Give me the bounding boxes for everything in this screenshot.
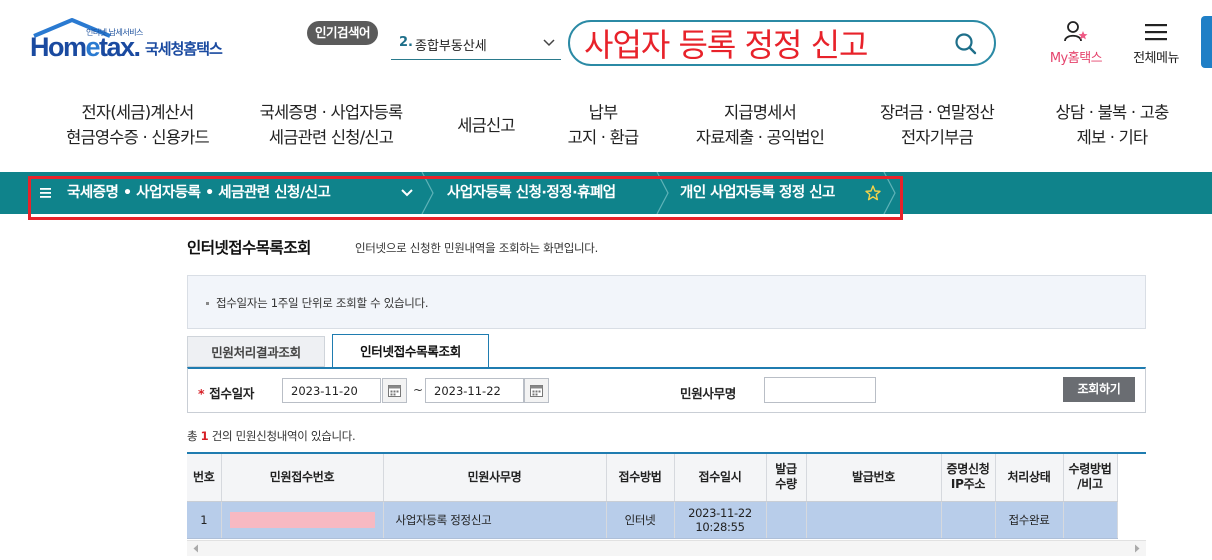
tab-list: 민원처리결과조회 인터넷접수목록조회 xyxy=(187,334,1146,368)
chevron-down-icon xyxy=(543,39,555,47)
date-to-input[interactable] xyxy=(425,378,524,403)
col-header-issue-no[interactable]: 발급번호 xyxy=(806,454,942,502)
table-header-row: 번호 민원접수번호 민원사무명 접수방법 접수일시 발급 수량 발급번호 증명신… xyxy=(187,454,1118,502)
col-header-ip[interactable]: 증명신청 IP주소 xyxy=(941,454,996,502)
nav-line: 고지 · 환급 xyxy=(567,128,640,147)
hometax-logo[interactable]: 인터넷 납세서비스 Hometax. 국세청홈택스 xyxy=(28,18,248,72)
nav-payment-statement[interactable]: 지급명세서 자료제출 · 공익법인 xyxy=(680,100,840,150)
page-title: 인터넷접수목록조회 xyxy=(187,239,311,257)
user-star-icon xyxy=(1064,21,1088,42)
nav-e-invoice[interactable]: 전자(세금)계산서 현금영수증 · 신용카드 xyxy=(50,100,225,150)
col-header-receive-method[interactable]: 수령방법 /비고 xyxy=(1063,454,1118,502)
col-header-no[interactable]: 번호 xyxy=(187,454,222,502)
date-label-text: 접수일자 xyxy=(209,386,255,401)
nav-line: 세금신고 xyxy=(457,116,515,135)
logo-brand-e: e xyxy=(85,32,101,62)
col-header-datetime[interactable]: 접수일시 xyxy=(674,454,767,502)
notice-text: 접수일자는 1주일 단위로 조회할 수 있습니다. xyxy=(206,295,429,311)
cell-issue-no xyxy=(806,501,942,539)
hamburger-menu-icon xyxy=(1145,24,1167,41)
redacted-receipt-number xyxy=(229,511,375,528)
query-button[interactable]: 조회하기 xyxy=(1063,377,1135,402)
cell-datetime: 2023-11-22 10:28:55 xyxy=(674,501,767,539)
date-from-input[interactable] xyxy=(282,378,381,403)
cell-issue-qty xyxy=(766,501,807,539)
bullet-icon xyxy=(206,302,209,305)
popular-keyword: 종합부동산세 xyxy=(415,39,487,54)
page-description: 인터넷으로 신청한 민원내역을 조회하는 화면입니다. xyxy=(355,241,598,255)
nav-line: 전자기부금 xyxy=(901,128,974,147)
result-count: 총 1 건의 민원신청내역이 있습니다. xyxy=(187,428,356,444)
nav-line: 장려금 · 연말정산 xyxy=(880,103,995,122)
logo-brand-pre: Hom xyxy=(30,32,87,62)
scroll-left-icon[interactable] xyxy=(192,544,200,553)
popular-search-select[interactable]: 2. 종합부동산세 xyxy=(391,28,561,60)
all-menu-label: 전체메뉴 xyxy=(1133,51,1179,66)
result-count-suffix: 건의 민원신청내역이 있습니다. xyxy=(208,429,356,443)
side-quick-tab[interactable] xyxy=(1201,16,1212,68)
search-form: * 접수일자 ~ 민원사무명 조회하기 xyxy=(187,367,1146,413)
search-box xyxy=(568,20,996,66)
my-hometax-label: My홈택스 xyxy=(1049,51,1103,66)
col-header-issue-qty[interactable]: 발급 수량 xyxy=(766,454,807,502)
breadcrumb-highlight xyxy=(28,176,903,220)
tab-internet-receipt[interactable]: 인터넷접수목록조회 xyxy=(332,334,489,368)
nav-line: 자료제출 · 공익법인 xyxy=(695,128,825,147)
nav-line: 전자(세금)계산서 xyxy=(81,103,195,122)
popular-search-badge: 인기검색어 xyxy=(307,21,379,45)
search-input[interactable] xyxy=(584,25,954,61)
cell-ip xyxy=(941,501,996,539)
notice-message: 접수일자는 1주일 단위로 조회할 수 있습니다. xyxy=(216,296,429,310)
cell-time: 10:28:55 xyxy=(695,519,745,534)
cell-service-name[interactable]: 사업자등록 정정신고 xyxy=(383,501,607,539)
popular-rank: 2. xyxy=(399,35,413,50)
calendar-icon xyxy=(530,385,543,397)
horizontal-scrollbar[interactable] xyxy=(187,540,1146,556)
nav-line: 국세증명 · 사업자등록 xyxy=(259,103,404,122)
nav-incentive-year-end[interactable]: 장려금 · 연말정산 전자기부금 xyxy=(862,100,1012,150)
search-icon[interactable] xyxy=(954,32,978,56)
logo-brand-korean: 국세청홈택스 xyxy=(145,40,223,58)
nav-payment[interactable]: 납부 고지 · 환급 xyxy=(548,100,658,150)
all-menu-button[interactable]: 전체메뉴 xyxy=(1122,20,1190,70)
col-header-service-name[interactable]: 민원사무명 xyxy=(383,454,607,502)
logo-brand-post: tax. xyxy=(99,32,141,62)
cell-no: 1 xyxy=(187,501,222,539)
date-range-separator: ~ xyxy=(413,383,424,397)
calendar-icon xyxy=(388,385,401,397)
service-name-label: 민원사무명 xyxy=(680,386,737,401)
nav-line: 상담 · 불복 · 고충 xyxy=(1055,103,1170,122)
nav-line: 제보 · 기타 xyxy=(1076,128,1149,147)
col-header-receipt-no[interactable]: 민원접수번호 xyxy=(221,454,384,502)
result-count-prefix: 총 xyxy=(187,429,201,443)
notice-box: 접수일자는 1주일 단위로 조회할 수 있습니다. xyxy=(187,275,1146,329)
service-name-input[interactable] xyxy=(764,377,876,403)
nav-line: 지급명세서 xyxy=(724,103,797,122)
table-row[interactable]: 1 사업자등록 정정신고 인터넷 2023-11-22 10:28:55 접수완료 xyxy=(187,501,1118,539)
cell-method: 인터넷 xyxy=(606,501,675,539)
date-from-calendar-button[interactable] xyxy=(382,378,407,403)
scroll-right-icon[interactable] xyxy=(1133,544,1141,553)
nav-line: 현금영수증 · 신용카드 xyxy=(66,128,210,147)
cell-receipt-no[interactable] xyxy=(221,501,384,539)
nav-tax-return[interactable]: 세금신고 xyxy=(445,113,527,138)
col-header-method[interactable]: 접수방법 xyxy=(606,454,675,502)
date-to-calendar-button[interactable] xyxy=(524,378,549,403)
col-header-status[interactable]: 처리상태 xyxy=(995,454,1064,502)
main-nav: 전자(세금)계산서 현금영수증 · 신용카드 국세증명 · 사업자등록 세금관련… xyxy=(0,100,1212,160)
nav-certificate-registration[interactable]: 국세증명 · 사업자등록 세금관련 신청/신고 xyxy=(245,100,417,150)
cell-date: 2023-11-22 xyxy=(688,505,752,520)
nav-line: 세금관련 신청/신고 xyxy=(268,128,394,147)
result-table: 번호 민원접수번호 민원사무명 접수방법 접수일시 발급 수량 발급번호 증명신… xyxy=(187,452,1146,556)
nav-line: 납부 xyxy=(588,103,619,122)
tab-result-inquiry[interactable]: 민원처리결과조회 xyxy=(187,336,325,367)
nav-consult-appeal[interactable]: 상담 · 불복 · 고충 제보 · 기타 xyxy=(1032,100,1192,150)
date-field-label: * 접수일자 xyxy=(198,383,254,402)
cell-receive-method xyxy=(1063,501,1118,539)
required-mark: * xyxy=(198,386,205,401)
my-hometax-button[interactable]: My홈택스 xyxy=(1040,20,1112,70)
site-header: 인터넷 납세서비스 Hometax. 국세청홈택스 인기검색어 2. 종합부동산… xyxy=(0,0,1212,88)
logo-brand: Hometax. xyxy=(30,32,141,63)
cell-status: 접수완료 xyxy=(995,501,1064,539)
